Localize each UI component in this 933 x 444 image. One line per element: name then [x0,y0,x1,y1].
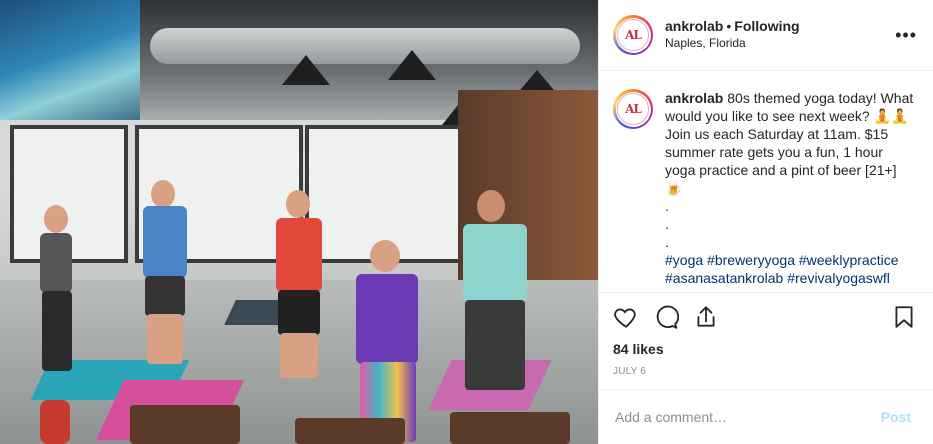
post-side-panel: AL ankrolab • Following Naples, Florida ••… [598,0,933,444]
instagram-post: AL ankrolab • Following Naples, Florida ••… [0,0,933,444]
separator-dot: • [726,18,732,34]
hashtag-list: #yoga #breweryyoga #weeklypractice #asan… [665,252,898,286]
comment-bar: Post [599,389,933,444]
post-header: AL ankrolab • Following Naples, Florida ••… [599,0,933,71]
location-link[interactable]: Naples, Florida [665,35,895,52]
photo-chair [450,412,570,444]
photo-pendant-lamp [388,50,436,80]
hashtag-link[interactable]: #breweryyoga [707,252,795,268]
avatar-inner: AL [615,17,651,53]
bookmark-icon[interactable] [891,304,917,330]
header-text: ankrolab • Following Naples, Florida [665,18,895,52]
avatar-inner: AL [615,91,651,127]
ankrolab-logo: AL [617,19,649,51]
post-comment-button[interactable]: Post [875,408,917,426]
hashtag-link[interactable]: #asanasatankrolab [665,270,783,286]
avatar[interactable]: AL [613,15,653,55]
like-count[interactable]: 84 likes [599,340,933,358]
hashtag-link[interactable]: #yoga [665,252,703,268]
caption-text: ankrolab 80s themed yoga today! What wou… [665,89,917,288]
more-options-icon[interactable]: ••• [895,25,917,46]
caption-body: 80s themed yoga today! What would you li… [665,90,914,250]
photo-chair [295,418,405,444]
photo-pendant-lamp [282,55,330,85]
share-icon[interactable] [693,304,719,330]
action-bar [599,292,933,340]
post-photo[interactable] [0,0,598,444]
photo-water-bottle [40,400,70,444]
hashtag-link[interactable]: #weeklypractice [799,252,899,268]
caption-avatar[interactable]: AL [613,89,653,129]
photo-air-duct [150,28,580,64]
following-button[interactable]: Following [734,18,799,34]
post-date[interactable]: JULY 6 [599,358,933,389]
photo-chair [130,405,240,444]
comment-icon[interactable] [653,304,679,330]
username-link[interactable]: ankrolab [665,18,723,34]
caption-area: AL ankrolab 80s themed yoga today! What … [599,71,933,288]
comment-input[interactable] [613,408,875,426]
caption-username-link[interactable]: ankrolab [665,90,723,106]
heart-icon[interactable] [613,304,639,330]
hashtag-link[interactable]: #revivalyogaswfl [787,270,890,286]
photo-wave-mural [0,0,140,120]
ankrolab-logo: AL [617,93,649,125]
